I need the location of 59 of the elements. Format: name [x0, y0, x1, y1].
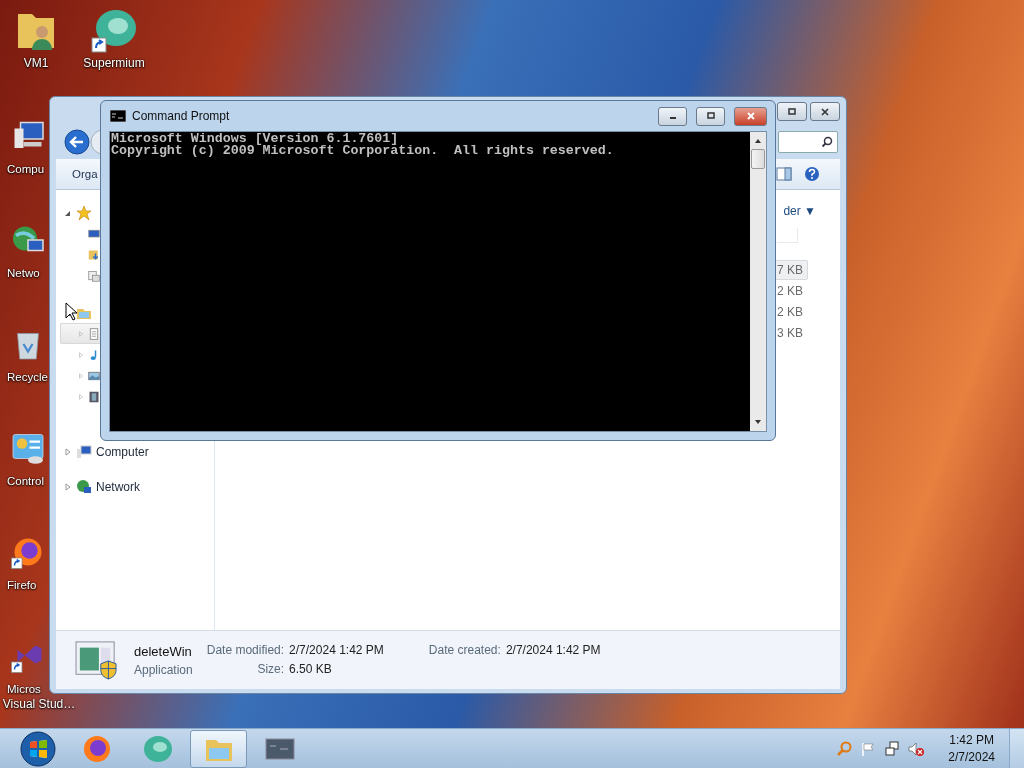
console-line: Copyright (c) 2009 Microsoft Corporation. All rights reserved.: [111, 145, 615, 157]
console-icon: [110, 110, 126, 122]
preview-pane-icon[interactable]: [776, 166, 792, 182]
field-value: 2/7/2024 1:42 PM: [289, 643, 384, 657]
field-value: 2/7/2024 1:42 PM: [505, 643, 601, 657]
icon-label: Firefo: [7, 578, 37, 593]
computer-icon: [76, 443, 92, 460]
explorer-taskbar-button[interactable]: [190, 729, 247, 768]
field-value: 6.50 KB: [289, 662, 333, 676]
icon-label: Netwo: [7, 266, 40, 281]
tree-item[interactable]: Network: [96, 479, 140, 494]
file-type: Application: [134, 662, 193, 677]
restore-icon: [787, 107, 797, 116]
favorites-icon: [76, 204, 92, 221]
maximize-icon: [705, 112, 716, 120]
help-icon[interactable]: [804, 166, 820, 182]
file-name: deleteWin: [134, 643, 193, 659]
field-label: Date modified:: [206, 643, 285, 657]
organize-menu[interactable]: Orga: [72, 168, 98, 180]
icon-label: Micros: [7, 682, 41, 697]
clock-date: 2/7/2024: [948, 750, 995, 764]
close-icon: [745, 112, 756, 120]
tree-item[interactable]: Computer: [96, 444, 149, 459]
restore-button[interactable]: [777, 102, 807, 121]
icon-label: Visual Stud…: [2, 697, 76, 712]
documents-icon: [88, 325, 100, 342]
start-button[interactable]: [20, 730, 56, 767]
arrange-by-dropdown[interactable]: der ▼: [783, 204, 816, 218]
icon-label: Control: [7, 474, 45, 489]
icon-label: Recycle: [7, 370, 48, 385]
network-icon: [76, 478, 92, 495]
icon-label: Compu: [7, 162, 45, 177]
volume-muted-icon[interactable]: [908, 740, 925, 757]
maximize-button[interactable]: [696, 106, 725, 126]
icon-label: Supermium: [83, 56, 145, 71]
console-line: Microsoft Windows [Version 6.1.7601]: [111, 133, 399, 145]
clock[interactable]: 1:42 PM 2/7/2024: [948, 733, 995, 764]
application-icon: [74, 640, 120, 680]
minimize-button[interactable]: [658, 106, 687, 126]
field-label: Date created:: [428, 643, 501, 657]
back-button[interactable]: [64, 129, 90, 155]
icon-label: VM1: [23, 56, 49, 71]
close-button[interactable]: [734, 106, 767, 126]
file-size-cell[interactable]: 2 KB: [772, 301, 808, 322]
scrollbar[interactable]: [750, 132, 766, 431]
clock-time: 1:42 PM: [949, 733, 994, 747]
file-size-cell[interactable]: 2 KB: [772, 280, 808, 301]
window-title: Command Prompt: [132, 109, 230, 123]
search-field[interactable]: [778, 131, 838, 153]
scroll-up-icon[interactable]: [754, 138, 762, 144]
network-icon[interactable]: [884, 740, 901, 757]
close-icon: [820, 107, 830, 116]
file-size-cell[interactable]: 3 KB: [772, 322, 808, 343]
search-icon: [821, 136, 833, 148]
scroll-thumb[interactable]: [751, 149, 765, 169]
field-label: Size:: [256, 662, 285, 676]
mouse-cursor-icon: [65, 302, 77, 321]
close-button[interactable]: [810, 102, 840, 121]
scroll-down-icon[interactable]: [754, 419, 762, 425]
